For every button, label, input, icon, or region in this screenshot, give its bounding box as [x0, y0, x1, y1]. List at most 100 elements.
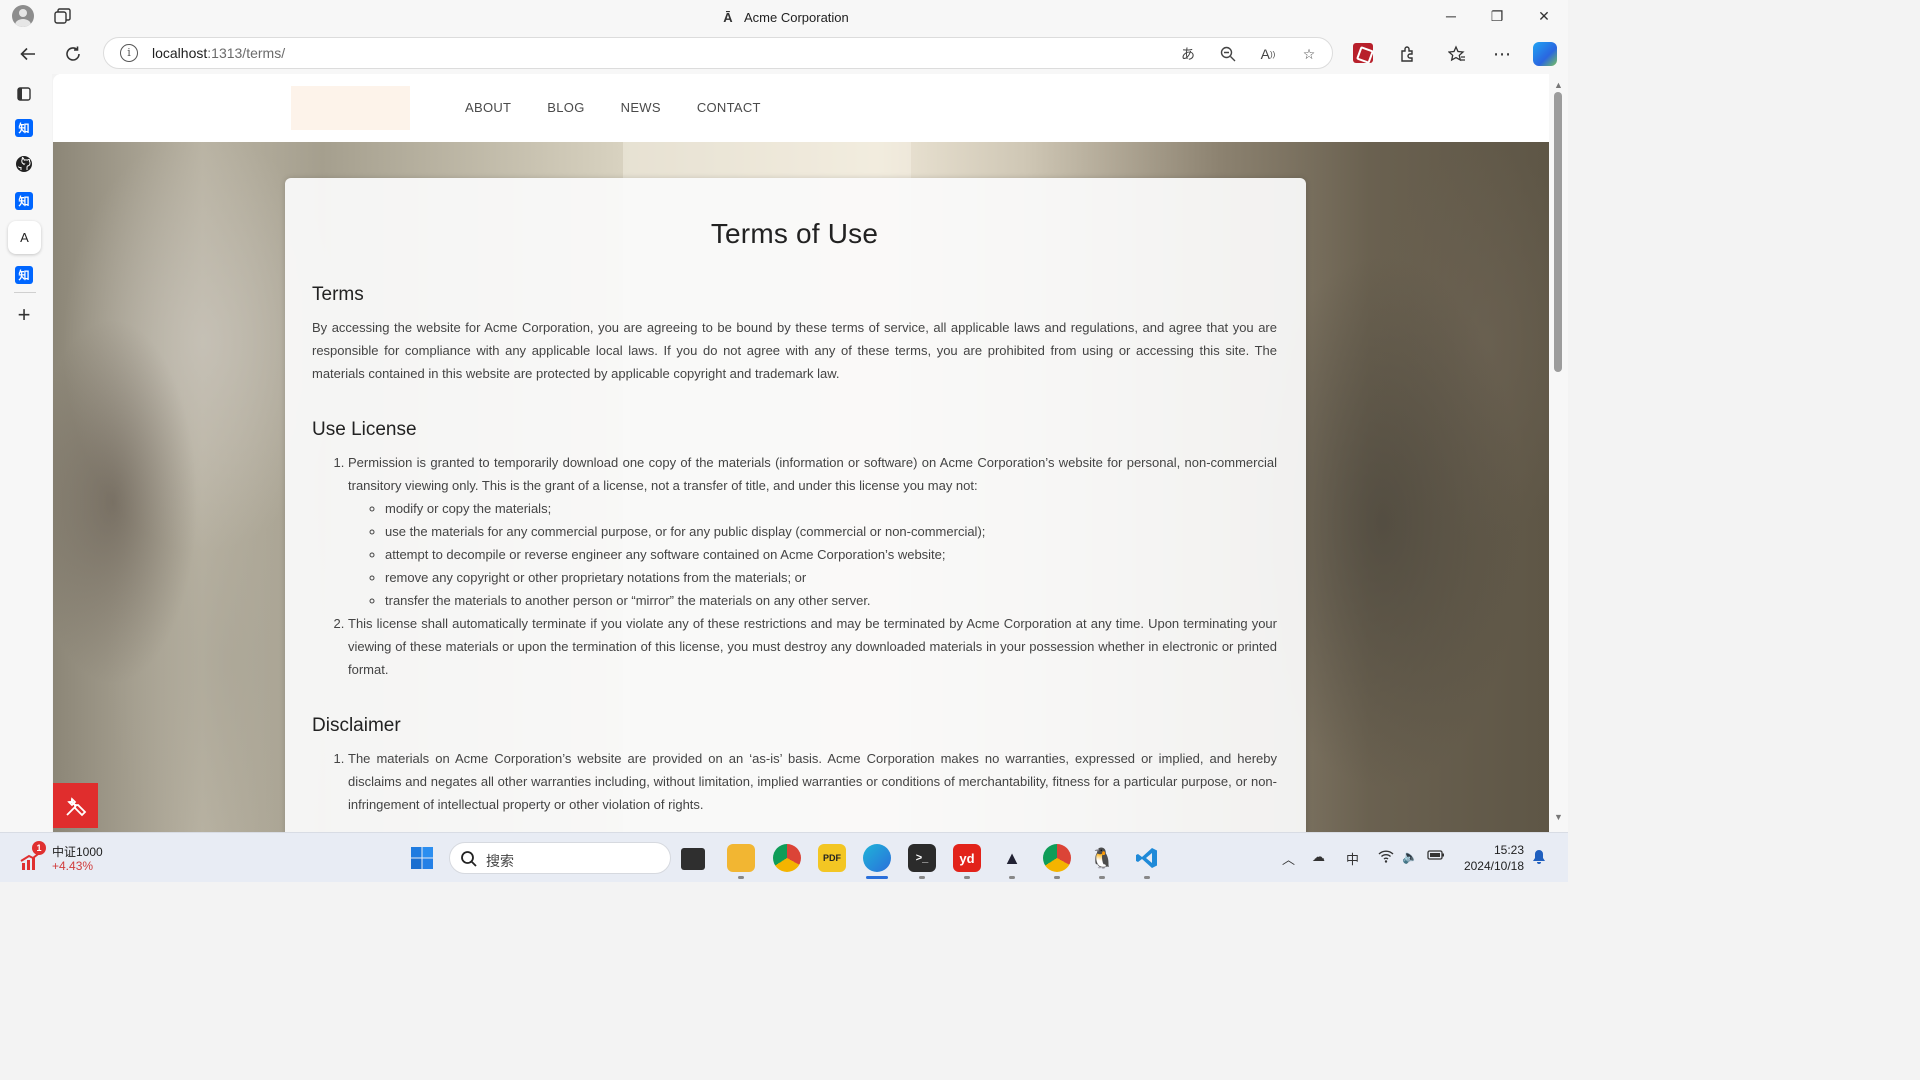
- system-clock[interactable]: 15:23 2024/10/18: [1450, 842, 1524, 874]
- chrome-icon[interactable]: [773, 844, 801, 872]
- active-app-indicator: [866, 876, 888, 879]
- site-logo[interactable]: [291, 86, 410, 130]
- section-heading-use-license: Use License: [312, 419, 417, 440]
- browser-sidebar: 知 知 A 知 +: [0, 74, 52, 832]
- task-view-icon[interactable]: [681, 848, 705, 870]
- profile-avatar-icon[interactable]: [12, 5, 34, 27]
- search-placeholder: 搜索: [486, 853, 514, 869]
- address-bar[interactable]: i localhost:1313/terms/ あ A)) ☆: [103, 37, 1333, 69]
- read-aloud-icon[interactable]: A)): [1256, 42, 1280, 66]
- windows-taskbar: 1 中证1000 +4.43% 搜索 PDF >_ yd ▲ 🐧 ︿ ☁ 中 🔈…: [0, 832, 1568, 882]
- list-item: transfer the materials to another person…: [385, 589, 1277, 612]
- ime-indicator[interactable]: 中: [1346, 849, 1359, 868]
- refresh-button[interactable]: [59, 40, 87, 68]
- translate-page-icon[interactable]: あ: [1176, 42, 1200, 66]
- list-item: Permission is granted to temporarily dow…: [348, 451, 1277, 612]
- page-scrollbar[interactable]: ▲ ▼: [1549, 74, 1568, 832]
- stock-notification-badge: 1: [32, 841, 46, 855]
- back-button[interactable]: [14, 40, 42, 68]
- title-bar: Ā Acme Corporation ─ ❐ ✕: [0, 0, 1568, 34]
- scroll-thumb[interactable]: [1554, 92, 1562, 372]
- window-title-group: Ā Acme Corporation: [720, 8, 849, 26]
- cat-app-icon[interactable]: ▲: [998, 844, 1026, 872]
- running-indicator: [964, 876, 970, 879]
- sidebar-translate-icon[interactable]: A: [8, 221, 41, 254]
- favorites-icon[interactable]: [1443, 40, 1471, 68]
- running-indicator: [1009, 876, 1015, 879]
- workspaces-icon[interactable]: [54, 8, 72, 24]
- section-heading-disclaimer: Disclaimer: [312, 715, 401, 736]
- more-menu-icon[interactable]: ⋯: [1488, 40, 1516, 68]
- zoom-out-icon[interactable]: [1216, 42, 1240, 66]
- onedrive-icon[interactable]: ☁: [1312, 849, 1325, 865]
- site-info-icon[interactable]: i: [120, 44, 138, 62]
- section-heading-terms: Terms: [312, 284, 364, 305]
- search-icon: [461, 851, 477, 867]
- scroll-down-icon[interactable]: ▼: [1553, 812, 1564, 823]
- stock-index-change: +4.43%: [52, 859, 94, 873]
- chrome-profile-icon[interactable]: [1043, 844, 1071, 872]
- youdao-icon[interactable]: yd: [953, 844, 981, 872]
- restore-button[interactable]: ❐: [1474, 0, 1520, 32]
- sidebar-add-icon[interactable]: +: [12, 302, 36, 327]
- browser-toolbar: i localhost:1313/terms/ あ A)) ☆ ⋯: [0, 34, 1568, 74]
- list-item: use the materials for any commercial pur…: [385, 520, 1277, 543]
- list-item: remove any copyright or other proprietar…: [385, 566, 1277, 589]
- minimize-button[interactable]: ─: [1428, 0, 1474, 32]
- nav-about-link[interactable]: ABOUT: [465, 100, 511, 115]
- sidebar-zhihu-icon[interactable]: 知: [15, 192, 33, 210]
- battery-icon[interactable]: [1427, 849, 1445, 864]
- terms-paragraph: By accessing the website for Acme Corpor…: [312, 320, 1277, 381]
- qq-icon[interactable]: 🐧: [1088, 844, 1116, 872]
- file-explorer-icon[interactable]: [727, 844, 755, 872]
- list-item: modify or copy the materials;: [385, 497, 1277, 520]
- scroll-up-icon[interactable]: ▲: [1553, 80, 1564, 91]
- sidebar-zhihu-icon[interactable]: 知: [15, 266, 33, 284]
- sidebar-github-icon[interactable]: [12, 152, 36, 176]
- stock-widget[interactable]: 1 中证1000 +4.43%: [18, 841, 138, 875]
- edge-browser-icon[interactable]: [863, 844, 891, 872]
- nav-blog-link[interactable]: BLOG: [547, 100, 584, 115]
- page-title: Terms of Use: [710, 218, 879, 249]
- tool-fab-button[interactable]: [53, 783, 98, 828]
- running-indicator: [1054, 876, 1060, 879]
- clock-time: 15:23: [1493, 843, 1524, 857]
- sidebar-zhihu-icon[interactable]: 知: [15, 119, 33, 137]
- wrench-icon: [65, 796, 86, 816]
- disclaimer-list: The materials on Acme Corporation’s webs…: [312, 747, 1277, 816]
- sidebar-divider: [14, 292, 36, 293]
- tray-overflow-icon[interactable]: ︿: [1282, 849, 1295, 868]
- refresh-icon: [66, 46, 80, 61]
- volume-icon[interactable]: 🔈: [1402, 849, 1418, 865]
- taskbar-search-box[interactable]: 搜索: [449, 842, 671, 874]
- running-indicator: [919, 876, 925, 879]
- running-indicator: [738, 876, 744, 879]
- nav-news-link[interactable]: NEWS: [621, 100, 661, 115]
- window-title: Acme Corporation: [744, 9, 849, 25]
- close-button[interactable]: ✕: [1521, 0, 1567, 32]
- list-item: The materials on Acme Corporation’s webs…: [348, 747, 1277, 816]
- notification-bell-icon[interactable]: [1532, 849, 1546, 868]
- pdf-app-icon[interactable]: PDF: [818, 844, 846, 872]
- terminal-icon[interactable]: >_: [908, 844, 936, 872]
- back-arrow-icon: [20, 47, 35, 61]
- vscode-icon[interactable]: [1133, 844, 1161, 872]
- restrictions-list: modify or copy the materials; use the ma…: [348, 497, 1277, 612]
- site-nav: ABOUT BLOG NEWS CONTACT: [465, 100, 761, 115]
- extensions-icon[interactable]: [1394, 40, 1422, 68]
- nav-contact-link[interactable]: CONTACT: [697, 100, 761, 115]
- favorite-star-icon[interactable]: ☆: [1297, 42, 1321, 66]
- running-indicator: [1144, 876, 1150, 879]
- terms-content-card: Terms of Use Terms By accessing the webs…: [285, 178, 1306, 832]
- url-text[interactable]: localhost:1313/terms/: [152, 45, 285, 61]
- wifi-icon[interactable]: [1378, 849, 1394, 866]
- windows-logo-icon: [411, 847, 433, 869]
- sidebar-tabs-icon[interactable]: [12, 82, 36, 106]
- web-viewport: ABOUT BLOG NEWS CONTACT Terms of Use Ter…: [53, 74, 1549, 832]
- site-favicon-icon: Ā: [723, 9, 733, 25]
- start-button[interactable]: [408, 844, 436, 872]
- extension-red-icon[interactable]: [1353, 43, 1373, 63]
- clock-date: 2024/10/18: [1463, 859, 1524, 873]
- list-item: attempt to decompile or reverse engineer…: [385, 543, 1277, 566]
- copilot-icon[interactable]: [1533, 42, 1557, 66]
